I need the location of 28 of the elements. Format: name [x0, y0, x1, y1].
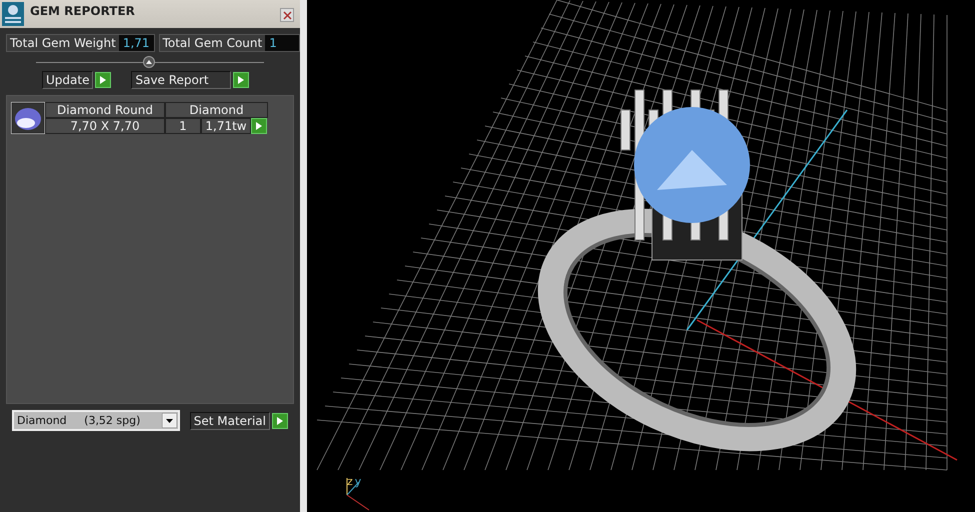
stat-label: Total Gem Count	[162, 35, 264, 51]
table-cell: 1	[165, 118, 201, 134]
play-icon	[100, 76, 106, 84]
axis-label: z	[347, 475, 353, 488]
play-icon	[277, 416, 283, 424]
window-title: GEM REPORTER	[30, 3, 136, 18]
gem-icon	[11, 102, 45, 134]
play-icon	[256, 122, 262, 130]
collapse-icon[interactable]	[143, 56, 155, 68]
action-button[interactable]: Update	[42, 71, 94, 89]
play-button[interactable]	[95, 72, 112, 88]
play-button[interactable]	[233, 72, 250, 88]
play-icon	[238, 76, 244, 84]
close-button[interactable]	[280, 8, 294, 22]
stat-value: 1,71	[118, 35, 154, 51]
table-cell: 1,71tw	[201, 118, 251, 134]
stat-label: Total Gem Weight	[9, 35, 117, 51]
dropdown-arrow-icon[interactable]	[162, 413, 177, 428]
table-cell: Diamond Round	[45, 102, 165, 118]
set-material-button[interactable]: Set Material	[190, 412, 270, 430]
action-button[interactable]: Save Report	[131, 71, 232, 89]
material-dropdown[interactable]: Diamond (3,52 spg)	[12, 410, 180, 431]
axis-gizmo-icon	[346, 478, 370, 510]
table-cell: 7,70 X 7,70	[45, 118, 165, 134]
table-cell: Diamond	[165, 102, 268, 118]
report-icon	[2, 2, 24, 26]
play-button[interactable]	[272, 412, 288, 428]
stat-value: 1	[265, 35, 300, 51]
